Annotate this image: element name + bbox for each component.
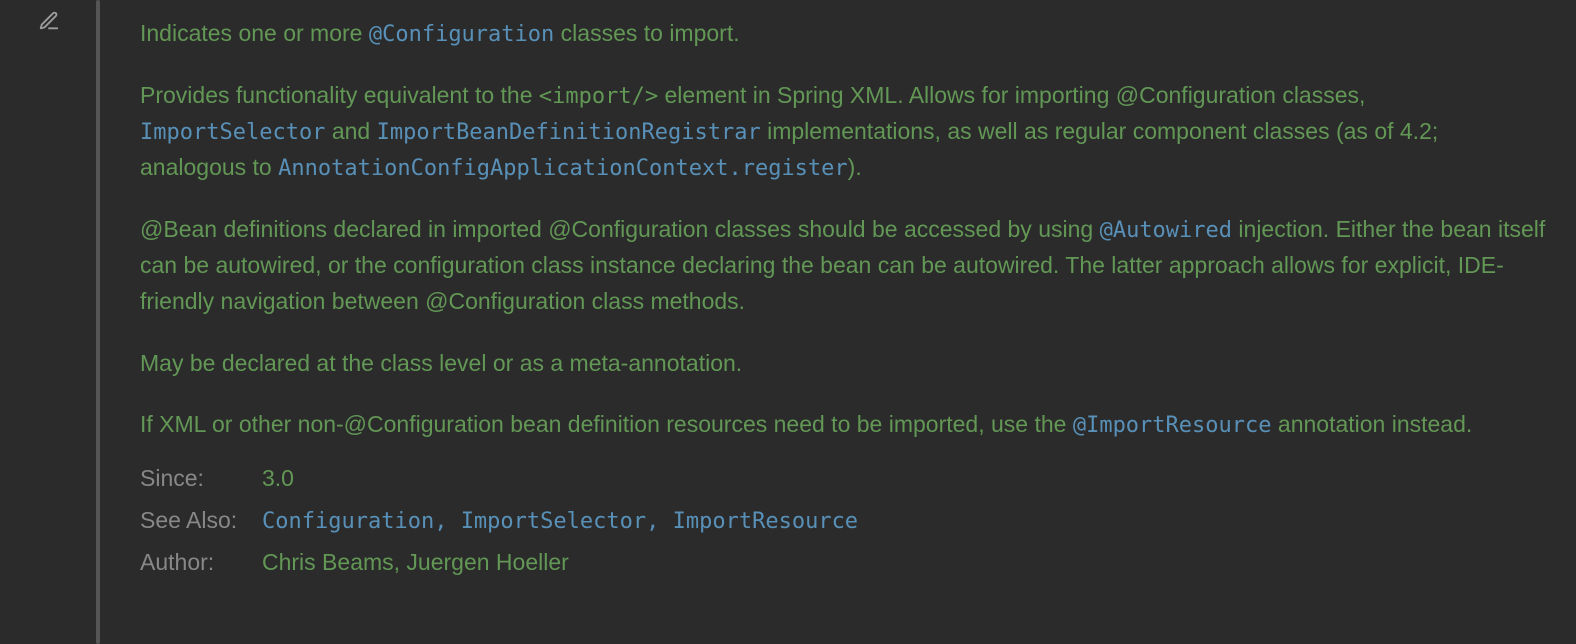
doc-text: classes to import. [554,20,739,46]
javadoc-tags-section: Since: 3.0 See Also: Configuration, Impo… [140,461,1548,580]
see-also-link-import-resource[interactable]: ImportResource [673,509,858,534]
doc-paragraph-3: @Bean definitions declared in imported @… [140,212,1548,319]
doc-paragraph-2: Provides functionality equivalent to the… [140,78,1548,186]
doc-text: and [325,118,376,144]
link-import-selector[interactable]: ImportSelector [140,120,325,145]
author-label: Author: [140,545,262,581]
see-also-values: Configuration, ImportSelector, ImportRes… [262,503,1548,539]
separator: , [434,509,461,534]
code-import-element: <import/> [539,84,658,109]
doc-text: annotation instead. [1272,411,1473,437]
see-also-label: See Also: [140,503,262,539]
separator: , [646,509,673,534]
edit-source-icon[interactable] [38,10,60,32]
link-configuration[interactable]: @Configuration [369,22,554,47]
since-row: Since: 3.0 [140,461,1548,497]
since-label: Since: [140,461,262,497]
link-autowired[interactable]: @Autowired [1100,218,1232,243]
doc-text: Indicates one or more [140,20,369,46]
author-row: Author: Chris Beams, Juergen Hoeller [140,545,1548,581]
editor-gutter [0,0,96,644]
doc-text: element in Spring XML. Allows for import… [658,82,1365,108]
javadoc-rendered-view: Indicates one or more @Configuration cla… [100,0,1576,644]
doc-text: If XML or other non-@Configuration bean … [140,411,1073,437]
author-value: Chris Beams, Juergen Hoeller [262,545,1548,581]
see-also-link-import-selector[interactable]: ImportSelector [461,509,646,534]
doc-paragraph-4: May be declared at the class level or as… [140,346,1548,382]
doc-text: @Bean definitions declared in imported @… [140,216,1100,242]
doc-paragraph-5: If XML or other non-@Configuration bean … [140,407,1548,443]
doc-text: Provides functionality equivalent to the [140,82,539,108]
doc-text: May be declared at the class level or as… [140,350,742,376]
doc-text: ). [848,154,862,180]
doc-paragraph-1: Indicates one or more @Configuration cla… [140,16,1548,52]
see-also-row: See Also: Configuration, ImportSelector,… [140,503,1548,539]
link-import-resource[interactable]: @ImportResource [1073,413,1272,438]
link-annotation-config-application-context-register[interactable]: AnnotationConfigApplicationContext.regis… [278,156,848,181]
since-value: 3.0 [262,461,1548,497]
see-also-link-configuration[interactable]: Configuration [262,509,434,534]
link-import-bean-definition-registrar[interactable]: ImportBeanDefinitionRegistrar [377,120,761,145]
